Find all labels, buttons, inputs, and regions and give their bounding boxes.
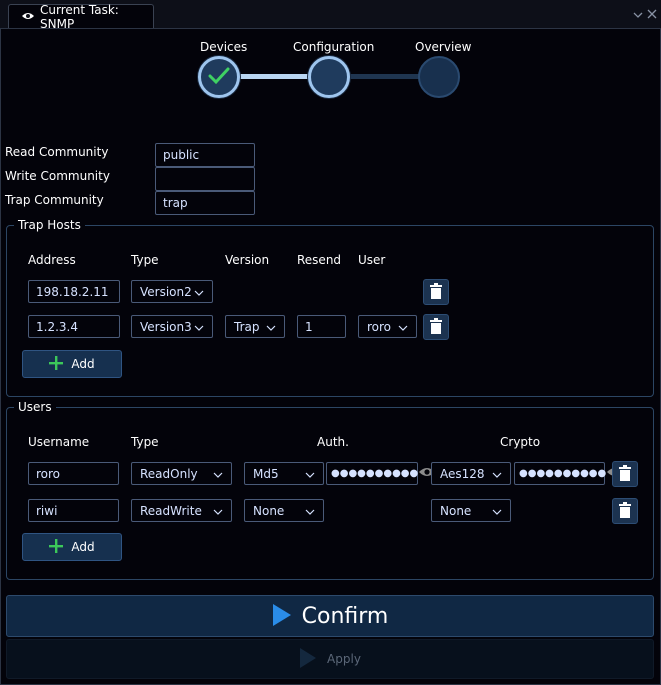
play-icon xyxy=(272,603,292,630)
trap-host-version-select[interactable]: Trap xyxy=(225,315,285,338)
step-label-devices: Devices xyxy=(200,40,248,54)
username-value: roro xyxy=(36,466,61,481)
user-type-select[interactable]: ReadWrite xyxy=(131,499,232,522)
username-field[interactable]: roro xyxy=(28,462,119,485)
play-icon xyxy=(299,647,317,672)
auth-value: Md5 xyxy=(253,466,279,481)
trap-host-user-value: roro xyxy=(367,319,392,334)
chevron-down-icon xyxy=(492,504,502,518)
trash-icon xyxy=(618,464,632,484)
step-configuration[interactable] xyxy=(308,56,350,98)
apply-button[interactable]: Apply xyxy=(6,639,654,679)
trap-host-resend-field[interactable]: 1 xyxy=(297,315,346,338)
auth-select[interactable]: None xyxy=(244,499,324,522)
chevron-down-icon[interactable] xyxy=(633,8,643,22)
crypto-select[interactable]: None xyxy=(431,499,511,522)
trap-host-address: 1.2.3.4 xyxy=(36,319,78,334)
step-connector-done xyxy=(238,74,310,79)
read-community-value: public xyxy=(163,148,200,162)
add-user-label: Add xyxy=(71,540,95,554)
crypto-value: Aes128 xyxy=(440,466,485,481)
auth-password-dots: ●●●●●●●●●● xyxy=(331,468,419,479)
add-trap-host-label: Add xyxy=(71,357,95,371)
user-type-value: ReadOnly xyxy=(140,466,198,481)
auth-password-field[interactable]: ●●●●●●●●●● xyxy=(326,462,436,485)
write-community-label: Write Community xyxy=(5,169,110,183)
delete-user-button[interactable] xyxy=(612,461,638,487)
col-version: Version xyxy=(225,253,270,267)
tab-current-task[interactable]: Current Task: SNMP xyxy=(8,2,154,31)
close-icon[interactable] xyxy=(647,8,657,22)
delete-trap-host-button[interactable] xyxy=(423,314,449,340)
trap-host-version-value: Trap xyxy=(234,319,260,334)
col-crypto: Crypto xyxy=(500,435,541,449)
trash-icon xyxy=(618,501,632,521)
chevron-down-icon xyxy=(305,504,315,518)
trash-icon xyxy=(429,317,443,337)
auth-value: None xyxy=(253,503,285,518)
chevron-down-icon xyxy=(213,467,223,481)
col-user-type: Type xyxy=(131,435,159,449)
chevron-down-icon xyxy=(194,320,204,334)
write-community-field[interactable] xyxy=(155,167,255,191)
trap-host-address-field[interactable]: 198.18.2.11 xyxy=(28,280,120,303)
trash-icon xyxy=(429,282,443,302)
col-auth: Auth. xyxy=(317,435,349,449)
chevron-down-icon xyxy=(305,467,315,481)
plus-icon xyxy=(49,538,64,556)
chevron-down-icon xyxy=(492,467,502,481)
chevron-down-icon xyxy=(194,285,204,299)
trap-host-type-value: Version3 xyxy=(140,319,192,334)
user-type-value: ReadWrite xyxy=(140,503,202,518)
trap-community-label: Trap Community xyxy=(5,193,104,207)
trap-community-value: trap xyxy=(163,196,188,210)
crypto-select[interactable]: Aes128 xyxy=(431,462,511,485)
eye-icon xyxy=(21,10,35,24)
chevron-down-icon xyxy=(213,504,223,518)
step-label-overview: Overview xyxy=(415,40,472,54)
trap-host-address: 198.18.2.11 xyxy=(36,284,109,299)
user-type-select[interactable]: ReadOnly xyxy=(131,462,232,485)
add-user-button[interactable]: Add xyxy=(22,533,122,561)
delete-user-button[interactable] xyxy=(612,498,638,524)
step-connector-pending xyxy=(348,74,420,79)
username-field[interactable]: riwi xyxy=(28,499,119,522)
col-type: Type xyxy=(131,253,159,267)
read-community-label: Read Community xyxy=(5,145,109,159)
trap-host-user-select[interactable]: roro xyxy=(358,315,417,338)
trap-host-type-value: Version2 xyxy=(140,284,192,299)
crypto-value: None xyxy=(440,503,472,518)
add-trap-host-button[interactable]: Add xyxy=(22,350,122,378)
read-community-field[interactable]: public xyxy=(155,143,255,167)
trap-host-type-select[interactable]: Version3 xyxy=(131,315,213,338)
crypto-password-dots: ●●●●●●●●●● xyxy=(519,468,607,479)
col-resend: Resend xyxy=(297,253,342,267)
step-overview[interactable] xyxy=(418,56,460,98)
col-user: User xyxy=(358,253,386,267)
trap-hosts-title: Trap Hosts xyxy=(14,218,85,232)
username-value: riwi xyxy=(36,503,58,518)
trap-host-type-select[interactable]: Version2 xyxy=(131,280,213,303)
tab-title: Current Task: SNMP xyxy=(40,2,119,31)
confirm-button[interactable]: Confirm xyxy=(6,595,654,637)
check-icon xyxy=(208,67,230,88)
auth-select[interactable]: Md5 xyxy=(244,462,324,485)
trap-host-address-field[interactable]: 1.2.3.4 xyxy=(28,315,120,338)
col-username: Username xyxy=(28,435,90,449)
step-label-configuration: Configuration xyxy=(293,40,375,54)
chevron-down-icon xyxy=(398,320,408,334)
apply-label: Apply xyxy=(327,652,361,666)
trap-host-resend: 1 xyxy=(305,319,313,334)
col-address: Address xyxy=(28,253,76,267)
step-devices[interactable] xyxy=(198,56,240,98)
delete-trap-host-button[interactable] xyxy=(423,279,449,305)
chevron-down-icon xyxy=(266,320,276,334)
trap-community-field[interactable]: trap xyxy=(155,191,255,215)
users-title: Users xyxy=(14,400,56,414)
plus-icon xyxy=(49,355,64,373)
crypto-password-field[interactable]: ●●●●●●●●●● xyxy=(514,462,624,485)
confirm-label: Confirm xyxy=(301,603,389,629)
